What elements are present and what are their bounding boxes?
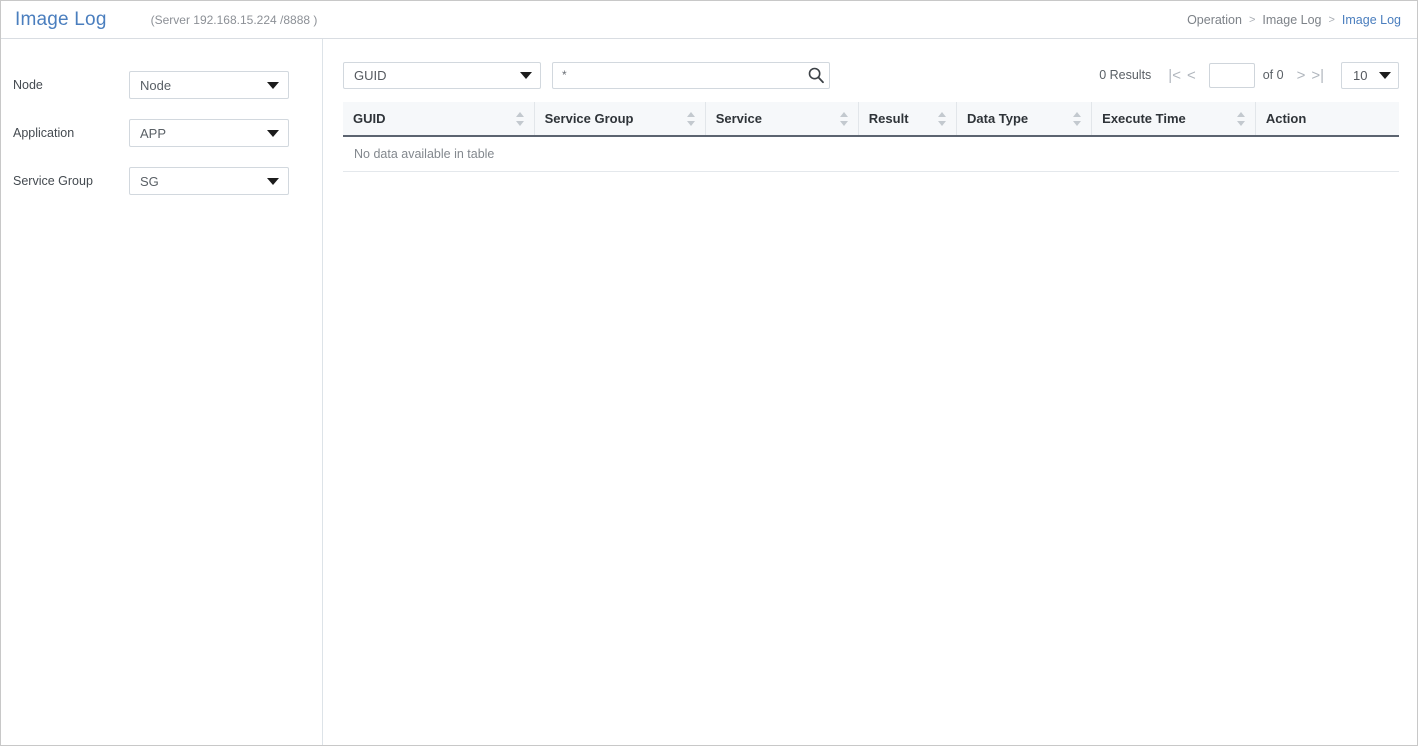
prev-page-button[interactable]: < <box>1184 68 1199 83</box>
search-icon <box>808 67 824 84</box>
page-size-select[interactable]: 10 <box>1341 61 1399 89</box>
column-label: GUID <box>353 111 386 126</box>
column-label: Result <box>868 111 909 126</box>
main-content: GUID 0 Results |< < <box>323 39 1417 745</box>
table-body: No data available in table <box>343 136 1399 172</box>
sort-icon[interactable] <box>839 111 849 127</box>
filter-row-node: Node Node <box>1 71 322 99</box>
page-number-input[interactable] <box>1208 62 1255 88</box>
search-button[interactable] <box>807 66 825 84</box>
chevron-down-icon <box>520 72 532 79</box>
column-label: Service Group <box>544 111 634 126</box>
breadcrumb-separator-icon: > <box>1248 13 1256 26</box>
image-log-page: Image Log (Server 192.168.15.224 /8888 )… <box>0 0 1418 746</box>
column-header-service-group[interactable]: Service Group <box>534 102 706 137</box>
sort-icon[interactable] <box>1236 111 1246 127</box>
breadcrumb-item-operation[interactable]: Operation <box>1187 13 1242 27</box>
sort-icon[interactable] <box>515 111 525 127</box>
empty-message: No data available in table <box>343 136 1399 172</box>
filter-row-application: Application APP <box>1 119 322 147</box>
breadcrumb-item-current[interactable]: Image Log <box>1342 13 1401 27</box>
column-label: Action <box>1265 111 1307 126</box>
column-header-result[interactable]: Result <box>858 102 958 137</box>
breadcrumb: Operation > Image Log > Image Log <box>1187 13 1401 27</box>
filter-sidebar: Node Node Application APP Service Group … <box>1 39 323 745</box>
column-header-execute-time[interactable]: Execute Time <box>1091 102 1256 137</box>
sort-icon[interactable] <box>1073 111 1082 127</box>
search-field-value: GUID <box>354 67 387 83</box>
service-group-select[interactable]: SG <box>129 167 289 195</box>
column-label: Data Type <box>967 111 1029 126</box>
last-page-button[interactable]: >| <box>1308 68 1327 83</box>
column-header-action: Action <box>1255 102 1399 137</box>
node-label: Node <box>13 78 43 92</box>
server-info: (Server 192.168.15.224 /8888 ) <box>150 12 318 27</box>
search-field-select[interactable]: GUID <box>343 61 541 89</box>
page-body: Node Node Application APP Service Group … <box>1 39 1417 745</box>
table-header-row: GUID Service Group Service Result Data T… <box>343 102 1399 137</box>
search-toolbar: GUID 0 Results |< < <box>343 61 1399 89</box>
empty-row: No data available in table <box>343 136 1399 172</box>
sort-icon[interactable] <box>686 111 696 127</box>
column-header-data-type[interactable]: Data Type <box>956 102 1093 137</box>
page-header: Image Log (Server 192.168.15.224 /8888 )… <box>1 1 1417 39</box>
column-header-service[interactable]: Service <box>705 102 859 137</box>
search-input[interactable] <box>552 61 830 89</box>
application-label: Application <box>13 126 75 140</box>
chevron-down-icon <box>1379 72 1391 79</box>
chevron-down-icon <box>267 82 279 89</box>
column-label: Service <box>715 111 762 126</box>
application-select[interactable]: APP <box>129 119 289 147</box>
column-label: Execute Time <box>1102 111 1186 126</box>
sort-icon[interactable] <box>938 111 947 127</box>
node-select[interactable]: Node <box>129 71 289 99</box>
search-box <box>552 61 830 89</box>
chevron-down-icon <box>267 178 279 185</box>
results-count: 0 Results <box>1099 68 1152 82</box>
first-page-button[interactable]: |< <box>1165 68 1184 83</box>
page-title: Image Log <box>15 8 107 30</box>
breadcrumb-separator-icon: > <box>1328 13 1335 26</box>
total-pages-label: of 0 <box>1262 68 1284 82</box>
image-log-table: GUID Service Group Service Result Data T… <box>343 102 1399 172</box>
node-select-value: Node <box>140 77 172 93</box>
column-header-guid[interactable]: GUID <box>343 102 535 137</box>
service-group-label: Service Group <box>13 174 93 188</box>
breadcrumb-item-image-log[interactable]: Image Log <box>1262 13 1321 27</box>
service-group-select-value: SG <box>140 173 159 189</box>
pagination: 0 Results |< < of 0 > >| 10 <box>1099 61 1399 89</box>
next-page-button[interactable]: > <box>1294 68 1309 83</box>
chevron-down-icon <box>267 130 279 137</box>
page-size-value: 10 <box>1353 67 1368 83</box>
filter-row-service-group: Service Group SG <box>1 167 322 195</box>
application-select-value: APP <box>140 125 167 141</box>
